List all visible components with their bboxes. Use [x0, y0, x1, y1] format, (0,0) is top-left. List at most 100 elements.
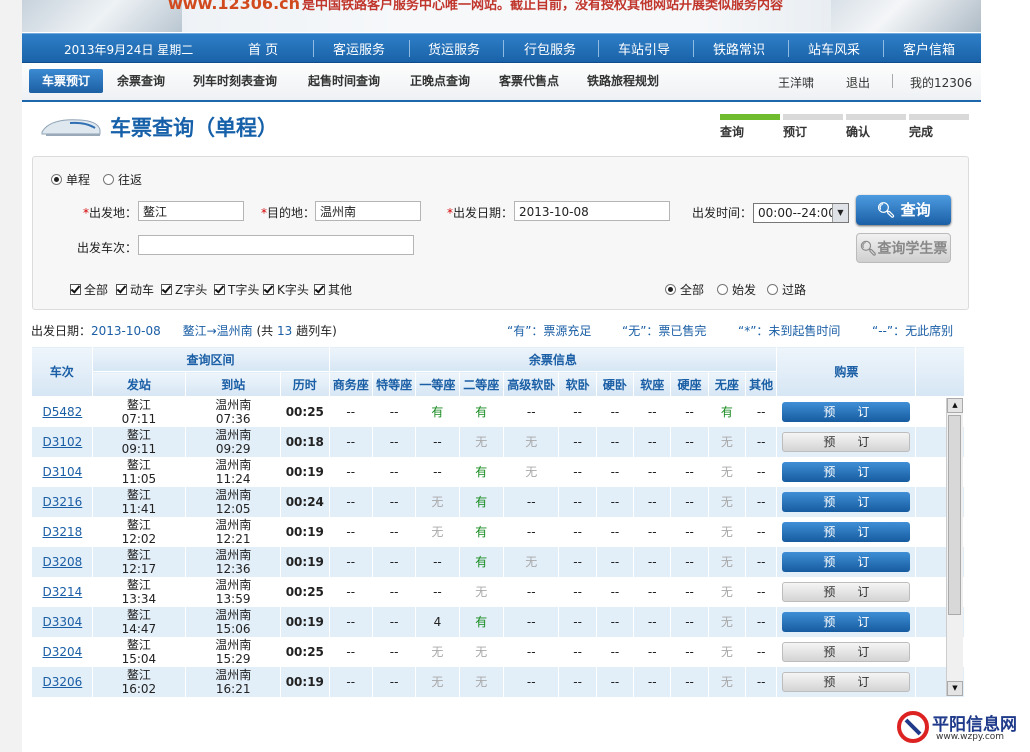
header-seat-col: 软座	[633, 371, 672, 397]
book-button[interactable]: 预订	[782, 462, 911, 482]
checkbox-checked-icon	[263, 284, 274, 295]
logout-link[interactable]: 退出	[846, 74, 870, 91]
my-12306-link[interactable]: 我的12306	[910, 74, 972, 91]
stop-filter-all[interactable]: 全部	[665, 281, 704, 298]
nav-passenger[interactable]: 客运服务	[333, 39, 385, 58]
tab-punctuality[interactable]: 正晚点查询	[410, 72, 470, 89]
book-button[interactable]: 预订	[782, 432, 911, 452]
train-code-link[interactable]: D3104	[31, 457, 93, 487]
stop-filter-origin[interactable]: 始发	[717, 281, 756, 298]
seat-availability-cell: --	[558, 547, 597, 577]
type-filter-k[interactable]: K字头	[263, 281, 309, 298]
from-station-cell: 鳌江 12:17	[92, 547, 187, 577]
seat-availability-cell: --	[745, 607, 778, 637]
train-number-input[interactable]	[138, 235, 414, 255]
right-gutter	[981, 0, 1030, 752]
departure-date-input[interactable]: 2013-10-08	[514, 201, 670, 221]
from-station-cell: 鳌江 09:11	[92, 427, 187, 457]
seat-availability-cell: --	[596, 457, 635, 487]
seat-availability-cell: --	[372, 457, 417, 487]
trip-round-option[interactable]: 往返	[103, 171, 142, 188]
to-station-cell: 温州南 09:29	[185, 427, 282, 457]
train-code-link[interactable]: D3218	[31, 517, 93, 547]
train-code-link[interactable]: D3204	[31, 637, 93, 667]
tab-ticket-booking[interactable]: 车票预订	[29, 69, 103, 93]
train-code-link[interactable]: D3206	[31, 667, 93, 697]
book-button[interactable]: 预订	[782, 552, 911, 572]
seat-availability-cell: --	[745, 637, 778, 667]
seat-availability-cell: --	[415, 457, 460, 487]
type-filter-z[interactable]: Z字头	[161, 281, 207, 298]
seat-availability-cell: --	[670, 547, 709, 577]
nav-mailbox[interactable]: 客户信箱	[903, 39, 955, 58]
train-code-link[interactable]: D3102	[31, 427, 93, 457]
checkbox-checked-icon	[70, 284, 81, 295]
duration-cell: 00:25	[280, 577, 330, 607]
table-scrollbar[interactable]: ▲ ▼	[946, 398, 963, 696]
tab-agents[interactable]: 客票代售点	[499, 72, 559, 89]
book-button[interactable]: 预订	[782, 402, 911, 422]
chevron-down-icon[interactable]: ▼	[832, 204, 848, 222]
seat-availability-cell: --	[633, 487, 672, 517]
to-station-cell: 温州南 15:06	[185, 607, 282, 637]
seat-availability-cell: --	[596, 547, 635, 577]
nav-railway-knowledge[interactable]: 铁路常识	[713, 39, 765, 58]
tab-remaining-tickets[interactable]: 余票查询	[117, 72, 165, 89]
departure-time-select[interactable]: 00:00--24:00 ▼	[753, 203, 849, 223]
seat-availability-cell: --	[503, 396, 560, 427]
scroll-thumb[interactable]	[948, 415, 961, 615]
student-query-button[interactable]: 🔍︎查询学生票	[856, 233, 951, 263]
train-code-link[interactable]: D5482	[31, 396, 93, 427]
seat-availability-cell: 有	[459, 487, 504, 517]
seat-availability-cell: 无	[708, 457, 747, 487]
train-code-link[interactable]: D3216	[31, 487, 93, 517]
seat-availability-cell: --	[372, 607, 417, 637]
seat-availability-cell: --	[633, 637, 672, 667]
seat-availability-cell: --	[670, 457, 709, 487]
type-filter-other[interactable]: 其他	[314, 281, 352, 298]
seat-availability-cell: --	[745, 427, 778, 457]
stop-filter-passing[interactable]: 过路	[767, 281, 806, 298]
train-code-link[interactable]: D3208	[31, 547, 93, 577]
nav-home[interactable]: 首 页	[248, 39, 278, 58]
seat-availability-cell: --	[329, 577, 373, 607]
scroll-down-icon[interactable]: ▼	[947, 681, 963, 696]
type-filter-emu[interactable]: 动车	[116, 281, 154, 298]
seat-availability-cell: 无	[459, 667, 504, 697]
scroll-up-icon[interactable]: ▲	[947, 398, 963, 413]
nav-freight[interactable]: 货运服务	[428, 39, 480, 58]
query-button[interactable]: 🔍︎ 查询	[856, 195, 951, 225]
trip-oneway-option[interactable]: 单程	[51, 171, 90, 188]
book-button[interactable]: 预订	[782, 522, 911, 542]
book-button[interactable]: 预订	[782, 582, 911, 602]
nav-separator	[409, 40, 410, 57]
date-label: *出发日期：	[447, 206, 514, 220]
tab-trip-planner[interactable]: 铁路旅程规划	[587, 72, 659, 89]
from-station-cell: 鳌江 12:02	[92, 517, 187, 547]
seat-availability-cell: --	[558, 667, 597, 697]
seat-availability-cell: --	[670, 396, 709, 427]
seat-availability-cell: 无	[415, 517, 460, 547]
seat-availability-cell: 有	[459, 457, 504, 487]
train-code-link[interactable]: D3214	[31, 577, 93, 607]
from-station-input[interactable]: 鳌江	[138, 201, 244, 221]
book-button[interactable]: 预订	[782, 672, 911, 692]
tab-sale-time[interactable]: 起售时间查询	[308, 72, 380, 89]
header-seat-col: 一等座	[415, 371, 460, 397]
type-filter-all[interactable]: 全部	[70, 281, 108, 298]
left-gutter	[0, 0, 22, 752]
nav-station-style[interactable]: 站车风采	[808, 39, 860, 58]
seat-availability-cell: --	[329, 427, 373, 457]
nav-baggage[interactable]: 行包服务	[524, 39, 576, 58]
to-station-input[interactable]: 温州南	[315, 201, 421, 221]
tab-timetable[interactable]: 列车时刻表查询	[193, 72, 277, 89]
seat-availability-cell: --	[329, 667, 373, 697]
seat-availability-cell: --	[558, 487, 597, 517]
type-filter-t[interactable]: T字头	[214, 281, 259, 298]
train-code-link[interactable]: D3304	[31, 607, 93, 637]
book-button[interactable]: 预订	[782, 492, 911, 512]
header-to: 到站	[185, 371, 282, 397]
book-button[interactable]: 预订	[782, 612, 911, 632]
book-button[interactable]: 预订	[782, 642, 911, 662]
nav-station-guide[interactable]: 车站引导	[618, 39, 670, 58]
